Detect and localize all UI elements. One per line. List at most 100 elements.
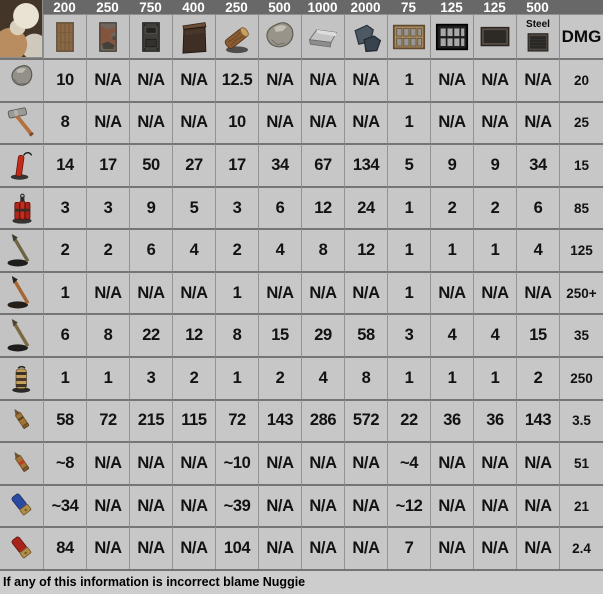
hit-count-value: N/A <box>137 70 165 89</box>
dmg-header: DMG <box>559 14 603 58</box>
hit-count-cell: N/A <box>86 270 129 314</box>
wood-material-icon <box>220 18 254 56</box>
hit-count-cell: 9 <box>430 143 473 186</box>
hp-value: 400 <box>182 0 205 14</box>
hit-count-cell: N/A <box>473 58 516 101</box>
hit-count-value: N/A <box>94 283 122 302</box>
hit-count-cell: 4 <box>473 313 516 357</box>
hit-count-cell: N/A <box>172 483 215 527</box>
hit-count-cell: N/A <box>516 100 559 144</box>
hit-count-cell: 24 <box>344 185 387 229</box>
dynamite-icon <box>6 146 38 184</box>
steel-sublabel: Steel <box>526 18 550 30</box>
armored-door-icon <box>136 18 166 56</box>
hit-count-cell: 34 <box>258 143 301 186</box>
hit-count-value: 12 <box>185 326 203 345</box>
rifle-round-icon <box>7 403 37 439</box>
hit-count-value: N/A <box>309 283 337 302</box>
hit-count-value: 143 <box>524 411 552 430</box>
dmg-value-cell: 20 <box>559 58 603 101</box>
dmg-value: 15 <box>573 157 590 173</box>
tool-icon-cell <box>0 526 43 569</box>
hit-count-cell: N/A <box>301 483 344 527</box>
hit-count-value: N/A <box>137 539 165 558</box>
hit-count-value: 22 <box>142 326 160 345</box>
hit-count-value: ~8 <box>55 454 74 473</box>
hit-count-value: N/A <box>137 283 165 302</box>
column-icon-cell: Steel <box>516 14 559 58</box>
hit-count-value: 84 <box>56 539 74 558</box>
column-icon-cell <box>43 14 86 58</box>
hp-value: 1000 <box>307 0 338 14</box>
hit-count-cell: 8 <box>43 100 86 144</box>
hit-count-value: 34 <box>271 155 289 174</box>
hit-count-value: 36 <box>443 411 461 430</box>
dmg-value: 250+ <box>566 285 597 301</box>
hit-count-value: N/A <box>266 454 294 473</box>
hit-count-cell: 215 <box>129 398 172 442</box>
hit-count-cell: 2 <box>172 356 215 399</box>
hit-count-cell: 4 <box>430 313 473 357</box>
hit-count-value: ~34 <box>51 496 79 515</box>
hit-count-cell: N/A <box>430 526 473 569</box>
hit-count-value: 9 <box>447 155 457 174</box>
hit-count-value: N/A <box>180 539 208 558</box>
hit-count-cell: N/A <box>129 441 172 484</box>
hit-count-value: 1 <box>447 241 457 260</box>
column-hp-label: 750 <box>129 0 172 14</box>
header-strip-spacer <box>559 0 603 14</box>
hit-count-cell: ~8 <box>43 441 86 484</box>
hp-value: 125 <box>483 0 506 14</box>
hit-count-cell: 2 <box>516 356 559 399</box>
dmg-header-label: DMG <box>561 26 602 46</box>
hit-count-value: ~12 <box>395 496 423 515</box>
slug-shell-icon <box>7 488 37 524</box>
dmg-value-cell: 51 <box>559 441 603 484</box>
hit-count-cell: 4 <box>516 228 559 271</box>
hit-count-value: N/A <box>352 113 380 132</box>
metal-material-icon <box>305 18 341 56</box>
hit-count-cell: N/A <box>516 526 559 569</box>
hit-count-cell: 15 <box>258 313 301 357</box>
hit-count-cell: N/A <box>473 526 516 569</box>
hit-count-cell: 8 <box>344 356 387 399</box>
column-hp-label: 1000 <box>301 0 344 14</box>
hit-count-value: 72 <box>228 411 246 430</box>
hit-count-value: N/A <box>309 539 337 558</box>
hit-count-value: 24 <box>357 198 375 217</box>
hit-count-cell: N/A <box>516 483 559 527</box>
hit-count-value: 6 <box>60 326 70 345</box>
hit-count-value: 1 <box>404 368 414 387</box>
hit-count-cell: N/A <box>258 441 301 484</box>
wooden-window-bars-icon <box>390 17 428 57</box>
hit-count-value: 143 <box>266 411 294 430</box>
hit-count-cell: N/A <box>344 270 387 314</box>
hit-count-cell: N/A <box>172 58 215 101</box>
dmg-value-cell: 35 <box>559 313 603 357</box>
hit-count-cell: 36 <box>430 398 473 442</box>
hit-count-value: 3 <box>60 198 70 217</box>
hit-count-value: 1 <box>404 113 414 132</box>
column-hp-label: 400 <box>172 0 215 14</box>
hit-count-cell: 2 <box>86 228 129 271</box>
column-hp-label: 125 <box>430 0 473 14</box>
hit-count-value: 1 <box>490 241 500 260</box>
tool-icon-cell <box>0 398 43 442</box>
hit-count-value: N/A <box>481 283 509 302</box>
dmg-value-cell: 15 <box>559 143 603 186</box>
hit-count-cell: N/A <box>172 441 215 484</box>
column-hp-label: 500 <box>516 0 559 14</box>
hit-count-cell: N/A <box>430 58 473 101</box>
hit-count-cell: 8 <box>215 313 258 357</box>
wooden-door-icon <box>50 18 80 56</box>
hit-count-cell: 36 <box>473 398 516 442</box>
hit-count-cell: N/A <box>430 483 473 527</box>
column-hp-label: 125 <box>473 0 516 14</box>
hit-count-cell: 2 <box>473 185 516 229</box>
hit-count-value: 2 <box>447 198 457 217</box>
hit-count-cell: 1 <box>430 356 473 399</box>
hit-count-cell: N/A <box>344 58 387 101</box>
hit-count-value: 36 <box>486 411 504 430</box>
hit-count-value: 1 <box>447 368 457 387</box>
column-icon-cell <box>473 14 516 58</box>
